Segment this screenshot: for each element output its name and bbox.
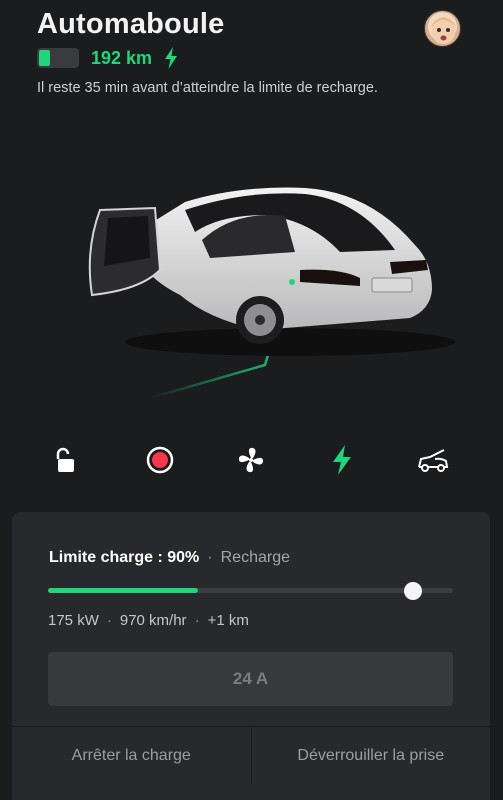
slider-fill (48, 588, 198, 593)
charge-limit-label: Limite charge : 90% (49, 549, 200, 566)
status-row: 192 km (37, 46, 178, 70)
trunk-icon (418, 449, 449, 472)
lock-button[interactable] (46, 440, 86, 480)
range-label: 192 km (91, 47, 153, 68)
range-added: +1 km (207, 612, 249, 629)
charging-state: Recharge (220, 549, 290, 566)
vehicle-name: Automaboule (37, 8, 225, 40)
bolt-icon (333, 445, 351, 475)
amperage-control[interactable]: 24 A (48, 652, 453, 706)
charging-bolt-icon (165, 47, 178, 69)
charging-stats: 175 kW · 970 km/hr · +1 km (48, 612, 249, 629)
header: Automaboule (37, 6, 467, 42)
battery-fill (39, 50, 50, 66)
unlock-icon (56, 447, 74, 472)
separator: · (194, 612, 200, 629)
fan-icon (238, 447, 264, 473)
trunk-button[interactable] (413, 440, 453, 480)
charging-rate: 970 km/hr (119, 612, 187, 629)
climate-button[interactable] (231, 440, 271, 480)
battery-icon (37, 48, 79, 68)
car-image (88, 187, 455, 400)
unlock-port-button[interactable]: Déverrouiller la prise (250, 727, 491, 784)
quick-controls (0, 440, 503, 480)
separator: · (106, 612, 112, 629)
slider-thumb[interactable] (403, 582, 422, 600)
charging-button[interactable] (322, 440, 362, 480)
separator: · (207, 549, 213, 566)
sentry-button[interactable] (140, 440, 180, 480)
charge-message: Il reste 35 min avant d’atteindre la lim… (37, 80, 378, 96)
record-icon (146, 446, 174, 474)
stop-charging-button[interactable]: Arrêter la charge (12, 727, 251, 784)
charging-power: 175 kW (48, 612, 99, 629)
profile-avatar[interactable] (424, 10, 461, 47)
charge-limit-slider[interactable] (48, 582, 453, 600)
action-buttons: Arrêter la charge Déverrouiller la prise (12, 726, 490, 784)
charge-limit-row: Limite charge : 90% · Recharge (49, 549, 290, 567)
